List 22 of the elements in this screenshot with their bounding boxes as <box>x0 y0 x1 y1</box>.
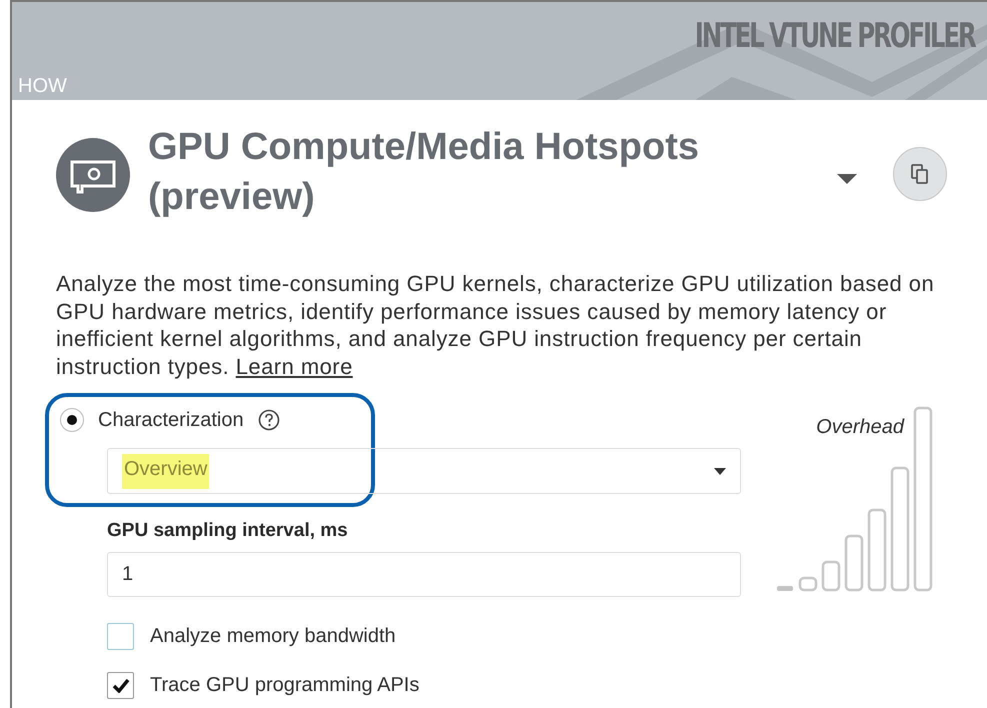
checkbox[interactable] <box>107 623 134 650</box>
caret-icon <box>714 468 726 474</box>
select-value: Overview <box>122 454 210 488</box>
analysis-description: Analyze the most time-consuming GPU kernels, characterize GPU utilization based on GPU hardware metrics, identify performance issues caused by memory latency or inefficient kernel algorithms, and analyze GPU instruction frequency per certain instruction types. Learn more <box>56 270 936 380</box>
field-label: GPU sampling interval, ms <box>107 520 348 542</box>
overhead-label: Overhead <box>816 416 904 439</box>
radio-button[interactable] <box>60 408 84 432</box>
radio-label: Characterization <box>98 408 244 432</box>
checkbox-label: Trace GPU programming APIs <box>150 674 420 697</box>
checkmark-icon <box>112 678 130 693</box>
interval-input[interactable]: 1 <box>107 552 741 597</box>
section-label: HOW <box>18 75 67 98</box>
help-icon[interactable] <box>258 409 280 431</box>
copy-icon <box>909 163 931 185</box>
copy-button[interactable] <box>893 147 947 201</box>
checkbox[interactable] <box>107 672 134 699</box>
learn-more-link[interactable]: Learn more <box>236 354 353 378</box>
checkbox-label: Analyze memory bandwidth <box>150 625 396 648</box>
brand-logo: INTEL VTUNE PROFILER <box>695 16 975 56</box>
analysis-title: GPU Compute/Media Hotspots (preview) <box>148 125 700 220</box>
caret-icon[interactable] <box>837 174 857 186</box>
graphics-card-icon <box>56 138 130 212</box>
